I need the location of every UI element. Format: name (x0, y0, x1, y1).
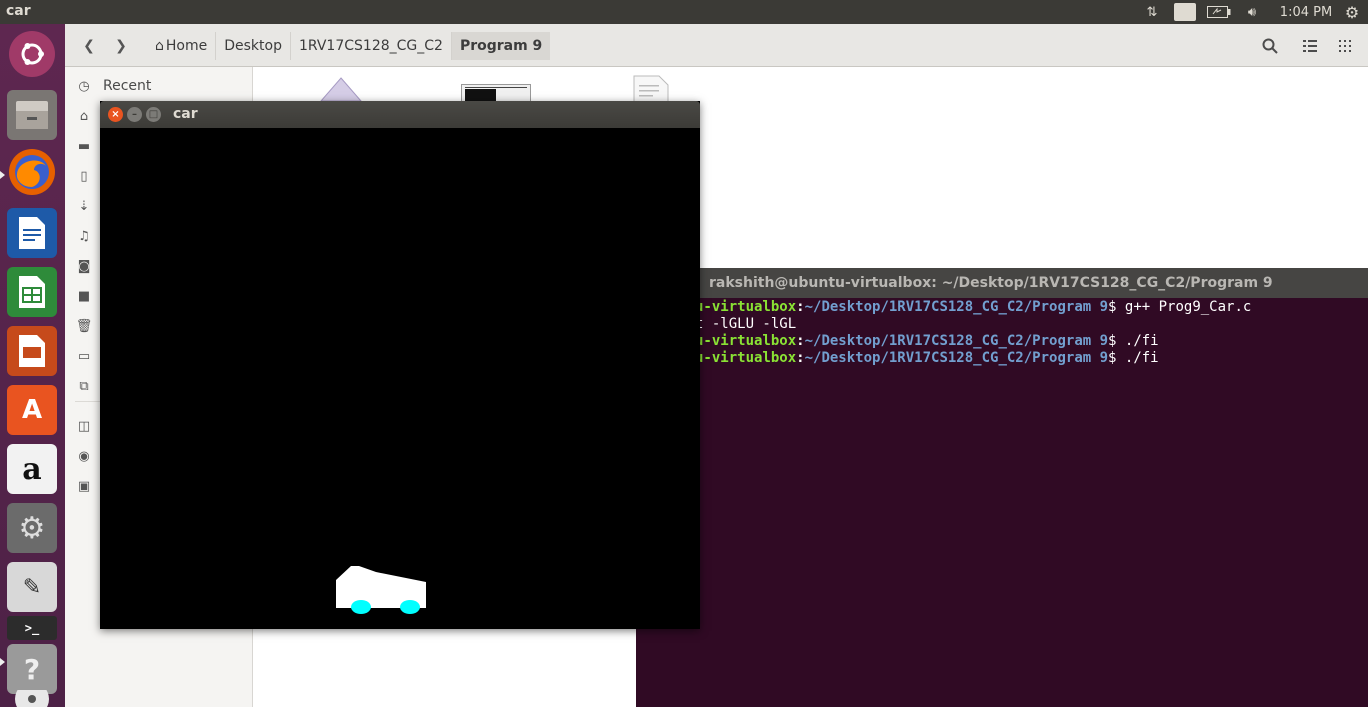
files-header-bar: ❮ ❯ ⌂ Home Desktop 1RV17CS128_CG_C2 Prog… (65, 24, 1368, 67)
system-settings-icon[interactable]: ⚙ (7, 503, 57, 553)
back-button[interactable]: ❮ (74, 32, 104, 60)
keyboard-language-indicator[interactable]: En (1174, 3, 1197, 21)
disc-icon: ◉ (78, 448, 90, 464)
top-panel: car ⇅ En 🔊︎ 1:04 PM ⚙ (0, 0, 1368, 24)
terminal-icon[interactable]: >_ (7, 616, 57, 640)
sidebar-item-recent[interactable]: ◷ Recent (75, 74, 245, 98)
dvd-icon[interactable] (7, 690, 57, 707)
network-icon[interactable]: ⇅ (1143, 3, 1161, 21)
computer-icon: ▣ (77, 478, 91, 494)
libreoffice-impress-icon[interactable] (7, 326, 57, 376)
car-window-title: car (173, 106, 198, 122)
terminal-line: h@ubuntu-virtualbox:~/Desktop/1RV17CS128… (636, 299, 1252, 315)
home-icon: ⌂ (155, 38, 164, 54)
breadcrumb: ⌂ Home Desktop 1RV17CS128_CG_C2 Program … (147, 32, 551, 60)
breadcrumb-home-label: Home (165, 38, 208, 54)
opengl-canvas[interactable] (100, 128, 700, 629)
gear-icon[interactable]: ⚙ (1343, 3, 1361, 22)
volume-icon[interactable]: 🔊︎ (1241, 3, 1263, 21)
libreoffice-writer-icon[interactable] (7, 208, 57, 258)
terminal-title[interactable]: rakshith@ubuntu-virtualbox: ~/Desktop/1R… (636, 268, 1368, 298)
files-icon[interactable] (7, 90, 57, 140)
close-icon[interactable]: × (108, 107, 123, 122)
drive-icon: ▭ (77, 348, 91, 364)
active-app-title: car (6, 3, 31, 19)
search-icon[interactable] (1255, 32, 1285, 60)
terminal-line: i -lglut -lGLU -lGL (636, 316, 797, 332)
document-icon: ▯ (80, 168, 88, 184)
folder-icon: ▬ (77, 138, 91, 154)
clock[interactable]: 1:04 PM (1278, 3, 1334, 21)
car-rear-wheel (351, 600, 371, 614)
terminal-output[interactable]: h@ubuntu-virtualbox:~/Desktop/1RV17CS128… (636, 298, 1368, 367)
terminal-window[interactable]: rakshith@ubuntu-virtualbox: ~/Desktop/1R… (636, 268, 1368, 707)
breadcrumb-desktop[interactable]: Desktop (215, 32, 290, 60)
car-scene (336, 566, 426, 614)
breadcrumb-course-folder[interactable]: 1RV17CS128_CG_C2 (289, 32, 451, 60)
home-icon: ⌂ (79, 108, 89, 124)
battery-icon[interactable] (1206, 3, 1232, 21)
download-icon: ⇣ (78, 198, 90, 214)
trash-icon: 🗑︎ (75, 318, 93, 334)
running-indicator (0, 171, 5, 179)
camera-icon: ◙ (77, 258, 91, 274)
running-indicator (0, 658, 5, 666)
text-editor-icon[interactable]: ✎ (7, 562, 57, 612)
ubuntu-software-icon[interactable]: A (7, 385, 57, 435)
minimize-icon[interactable]: – (127, 107, 142, 122)
car-front-wheel (400, 600, 420, 614)
video-icon: ■ (77, 288, 91, 304)
disc-drive-icon: ◫ (77, 418, 91, 434)
launcher: A a ⚙ ✎ >_ ? (0, 24, 65, 707)
music-icon: ♫ (78, 228, 90, 244)
car-window[interactable]: × – □ car (100, 101, 700, 629)
car-window-titlebar[interactable]: × – □ car (100, 101, 700, 128)
breadcrumb-home[interactable]: ⌂ Home (147, 32, 215, 60)
terminal-line: h@ubuntu-virtualbox:~/Desktop/1RV17CS128… (636, 350, 1159, 366)
breadcrumb-program-9[interactable]: Program 9 (450, 32, 551, 60)
view-options-icon[interactable] (1330, 32, 1360, 60)
forward-button[interactable]: ❯ (106, 32, 136, 60)
sidebar-item-label: Recent (103, 78, 152, 94)
terminal-line: h@ubuntu-virtualbox:~/Desktop/1RV17CS128… (636, 333, 1159, 349)
maximize-icon[interactable]: □ (146, 107, 161, 122)
firefox-icon[interactable] (9, 149, 55, 195)
clock-icon: ◷ (78, 78, 90, 94)
amazon-icon[interactable]: a (7, 444, 57, 494)
network-drive-icon: ⧉ (79, 378, 89, 394)
help-icon[interactable]: ? (7, 644, 57, 694)
list-view-icon[interactable] (1295, 32, 1325, 60)
libreoffice-calc-icon[interactable] (7, 267, 57, 317)
ubuntu-dash-icon[interactable] (9, 31, 55, 77)
